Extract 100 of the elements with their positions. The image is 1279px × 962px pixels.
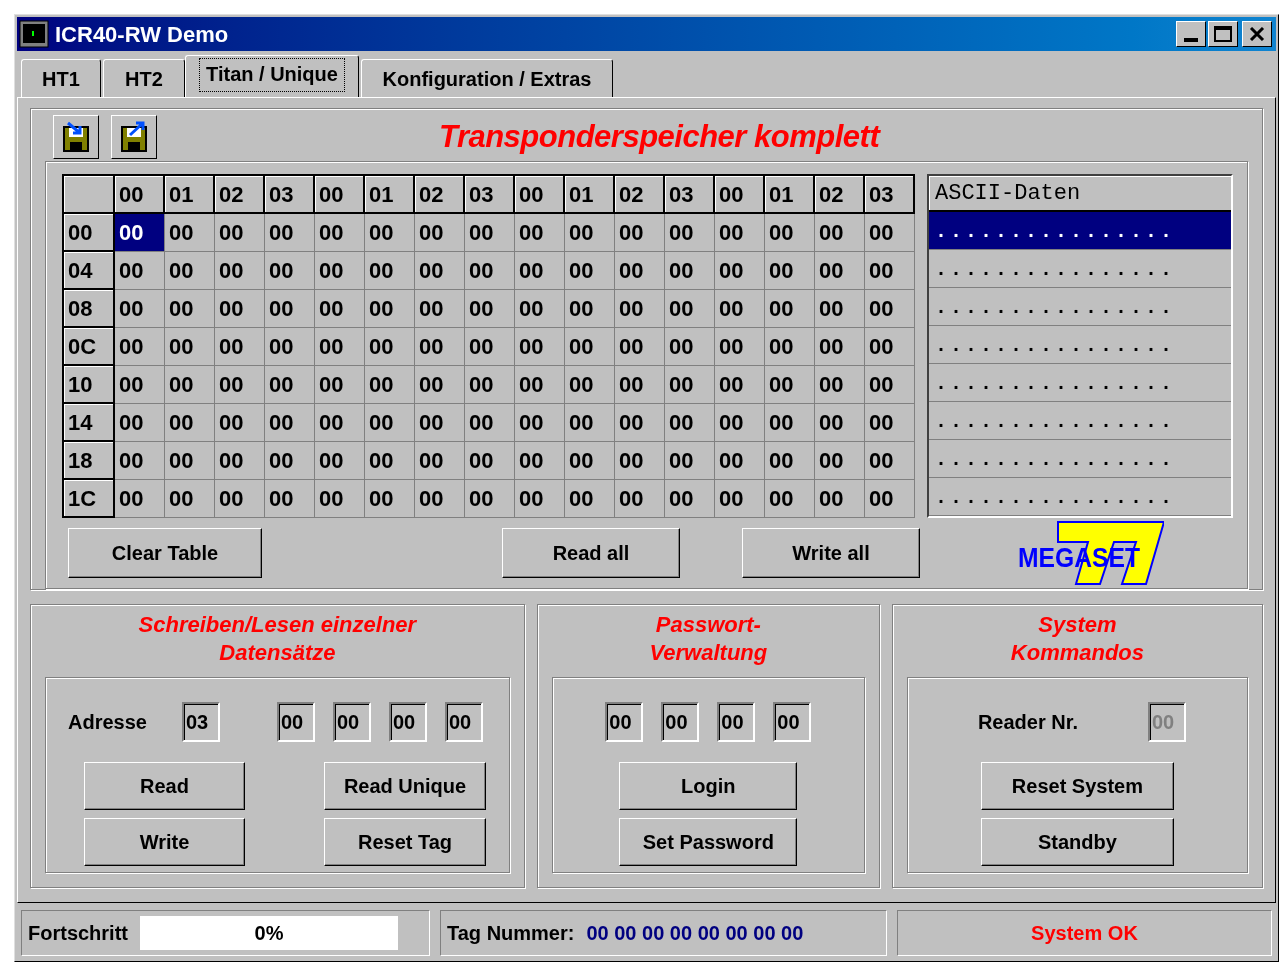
table-cell[interactable]: 00: [415, 442, 465, 480]
table-cell[interactable]: 00: [615, 252, 665, 290]
table-cell[interactable]: 00: [715, 442, 765, 480]
table-cell[interactable]: 00: [315, 480, 365, 518]
table-cell[interactable]: 00: [565, 404, 615, 442]
table-cell[interactable]: 00: [715, 328, 765, 366]
action-button[interactable]: Read Unique: [324, 762, 486, 810]
table-cell[interactable]: 00: [865, 290, 915, 328]
table-cell[interactable]: 00: [415, 328, 465, 366]
table-cell[interactable]: 00: [215, 442, 265, 480]
table-cell[interactable]: 00: [265, 442, 315, 480]
table-cell[interactable]: 00: [465, 442, 515, 480]
table-cell[interactable]: 00: [815, 214, 865, 252]
table-cell[interactable]: 00: [715, 404, 765, 442]
table-cell[interactable]: 00: [715, 480, 765, 518]
table-cell[interactable]: 00: [615, 214, 665, 252]
table-cell[interactable]: 00: [715, 214, 765, 252]
table-cell[interactable]: 00: [265, 404, 315, 442]
table-cell[interactable]: 00: [265, 366, 315, 404]
table-cell[interactable]: 00: [515, 442, 565, 480]
table-cell[interactable]: 00: [565, 442, 615, 480]
table-cell[interactable]: 00: [815, 328, 865, 366]
table-cell[interactable]: 00: [665, 366, 715, 404]
ascii-row[interactable]: ................: [929, 440, 1231, 478]
input-field[interactable]: 00: [717, 702, 756, 742]
input-field[interactable]: 00: [605, 702, 644, 742]
table-cell[interactable]: 00: [115, 366, 165, 404]
input-field[interactable]: 00: [445, 702, 483, 742]
table-cell[interactable]: 00: [415, 366, 465, 404]
table-cell[interactable]: 00: [165, 404, 215, 442]
table-cell[interactable]: 00: [215, 480, 265, 518]
input-field[interactable]: 00: [333, 702, 371, 742]
table-cell[interactable]: 00: [165, 328, 215, 366]
table-cell[interactable]: 00: [115, 480, 165, 518]
table-cell[interactable]: 00: [815, 252, 865, 290]
action-button[interactable]: Reset System: [980, 762, 1174, 810]
table-cell[interactable]: 00: [165, 214, 215, 252]
table-cell[interactable]: 00: [115, 442, 165, 480]
table-cell[interactable]: 00: [665, 214, 715, 252]
table-cell[interactable]: 00: [865, 214, 915, 252]
table-cell[interactable]: 00: [165, 442, 215, 480]
table-cell[interactable]: 00: [665, 442, 715, 480]
read-all-button[interactable]: Read all: [502, 528, 680, 578]
table-cell[interactable]: 00: [365, 442, 415, 480]
table-cell[interactable]: 00: [865, 404, 915, 442]
table-cell[interactable]: 00: [465, 480, 515, 518]
table-cell[interactable]: 00: [365, 214, 415, 252]
table-cell[interactable]: 00: [465, 366, 515, 404]
table-cell[interactable]: 00: [265, 252, 315, 290]
action-button[interactable]: Read: [84, 762, 245, 810]
table-cell[interactable]: 00: [615, 442, 665, 480]
table-cell[interactable]: 00: [265, 290, 315, 328]
table-cell[interactable]: 00: [765, 366, 815, 404]
table-cell[interactable]: 00: [865, 328, 915, 366]
table-cell[interactable]: 00: [515, 252, 565, 290]
table-cell[interactable]: 00: [365, 252, 415, 290]
table-cell[interactable]: 00: [365, 404, 415, 442]
table-cell[interactable]: 00: [315, 328, 365, 366]
write-all-button[interactable]: Write all: [742, 528, 920, 578]
table-cell[interactable]: 00: [715, 366, 765, 404]
table-cell[interactable]: 00: [265, 328, 315, 366]
table-cell[interactable]: 00: [315, 404, 365, 442]
table-cell[interactable]: 00: [515, 366, 565, 404]
table-cell[interactable]: 00: [365, 328, 415, 366]
tab[interactable]: HT1: [21, 59, 101, 97]
table-cell[interactable]: 00: [815, 442, 865, 480]
close-button[interactable]: [1242, 21, 1272, 47]
table-cell[interactable]: 00: [615, 480, 665, 518]
table-cell[interactable]: 00: [215, 366, 265, 404]
action-button[interactable]: Set Password: [619, 818, 798, 866]
table-cell[interactable]: 00: [215, 404, 265, 442]
table-cell[interactable]: 00: [765, 290, 815, 328]
table-cell[interactable]: 00: [465, 290, 515, 328]
table-cell[interactable]: 00: [165, 366, 215, 404]
load-button[interactable]: [53, 115, 99, 159]
table-cell[interactable]: 00: [265, 214, 315, 252]
input-field[interactable]: 00: [661, 702, 700, 742]
table-cell[interactable]: 00: [515, 404, 565, 442]
table-cell[interactable]: 00: [665, 480, 715, 518]
table-cell[interactable]: 00: [215, 328, 265, 366]
table-cell[interactable]: 00: [465, 328, 515, 366]
action-button[interactable]: Standby: [980, 818, 1174, 866]
table-cell[interactable]: 00: [765, 442, 815, 480]
table-cell[interactable]: 00: [115, 214, 165, 252]
table-cell[interactable]: 00: [665, 404, 715, 442]
table-cell[interactable]: 00: [815, 480, 865, 518]
minimize-button[interactable]: [1176, 21, 1206, 47]
table-cell[interactable]: 00: [315, 366, 365, 404]
table-cell[interactable]: 00: [865, 442, 915, 480]
table-cell[interactable]: 00: [565, 290, 615, 328]
table-cell[interactable]: 00: [665, 290, 715, 328]
table-cell[interactable]: 00: [715, 252, 765, 290]
input-field[interactable]: 03: [182, 702, 220, 742]
table-cell[interactable]: 00: [815, 366, 865, 404]
table-cell[interactable]: 00: [615, 290, 665, 328]
table-cell[interactable]: 00: [665, 252, 715, 290]
table-cell[interactable]: 00: [765, 214, 815, 252]
ascii-row[interactable]: ................: [929, 402, 1231, 440]
table-cell[interactable]: 00: [115, 328, 165, 366]
tab[interactable]: Titan / Unique: [185, 55, 359, 97]
